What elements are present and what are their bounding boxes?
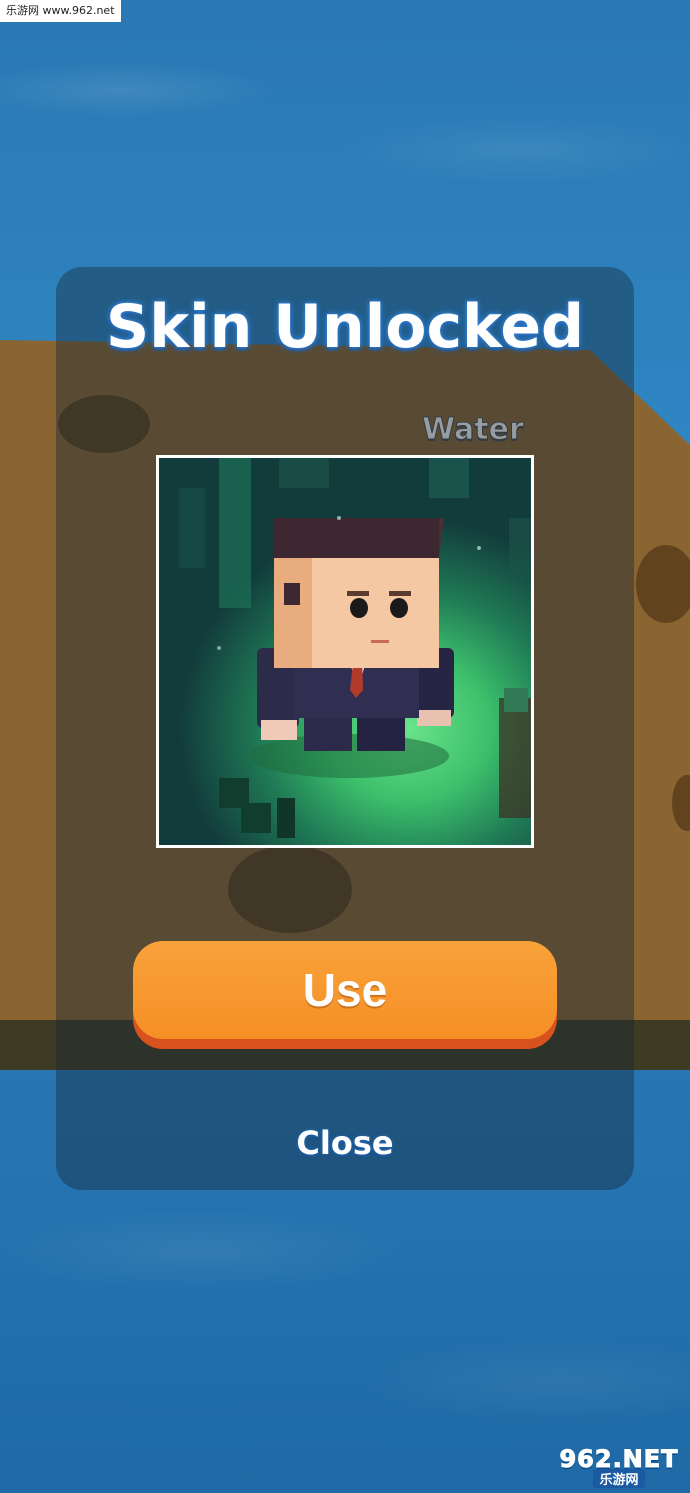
watermark-logo: 962.NET 乐游网 xyxy=(554,1443,684,1489)
watermark-logo-sub: 乐游网 xyxy=(593,1468,645,1488)
skin-preview-image xyxy=(156,455,534,848)
use-button[interactable]: Use xyxy=(133,941,557,1049)
popup-title: Skin Unlocked xyxy=(105,292,584,362)
character-skin-icon xyxy=(179,458,531,838)
watermark-text: 乐游网 www.962.net xyxy=(0,0,121,22)
close-button[interactable]: Close xyxy=(245,1118,445,1168)
use-button-label: Use xyxy=(302,964,388,1016)
dirt-patch xyxy=(636,545,690,623)
use-button-face[interactable]: Use xyxy=(133,941,557,1039)
